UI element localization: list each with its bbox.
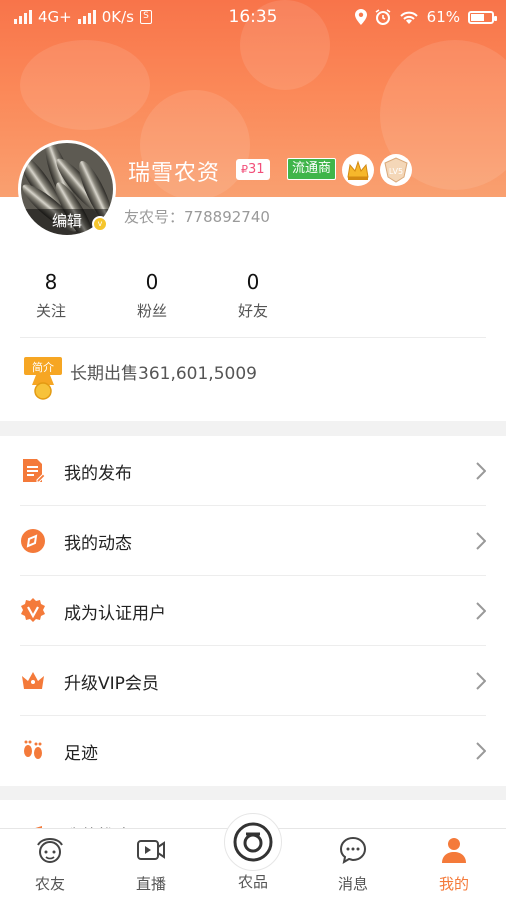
vip-level-badge: LV5: [380, 154, 412, 186]
stat-friends[interactable]: 0 好友: [208, 270, 298, 321]
menu-item-label: 成为认证用户: [64, 604, 166, 624]
status-bar: 4G+ 0K/s S 16:35 61%: [0, 0, 506, 34]
footprints-icon: [24, 740, 42, 759]
tab-me[interactable]: 我的: [414, 835, 494, 894]
battery-icon: [468, 10, 497, 24]
center-camera-button[interactable]: [224, 813, 282, 871]
divider: [20, 337, 486, 338]
tab-label: 我的: [438, 875, 469, 893]
tab-label: 消息: [337, 875, 368, 893]
stat-following-value: 8: [44, 270, 58, 294]
stat-fans[interactable]: 0 粉丝: [107, 270, 197, 321]
location-icon: [354, 9, 367, 25]
crown-icon: [22, 672, 44, 689]
menu-list: 我的发布 我的动态 成为认证用户 升级VIP会员 足迹: [0, 436, 506, 786]
role-badge: 流通商: [287, 158, 337, 180]
user-id-value: 778892740: [184, 208, 270, 226]
intro-badge-text: 简介: [32, 360, 54, 374]
level-badge-value: 31: [248, 162, 265, 177]
document-edit-icon: [23, 459, 46, 483]
chat-icon: [339, 836, 367, 865]
level-badge: ₽31: [236, 159, 270, 180]
person-icon: [442, 838, 466, 863]
stat-following-label: 关注: [35, 302, 66, 320]
profile-stats: 8 关注 0 粉丝 0 好友: [0, 270, 506, 330]
tab-label: 直播: [135, 875, 166, 893]
battery-percent: 61%: [426, 8, 460, 26]
menu-item-become-verified[interactable]: 成为认证用户: [0, 576, 506, 646]
tab-farmers[interactable]: 农友: [10, 835, 90, 894]
menu-item-label: 足迹: [64, 744, 98, 764]
chevron-right-icon: [476, 462, 486, 480]
menu-item-label: 升级VIP会员: [64, 674, 159, 694]
menu-item-label: 我的动态: [64, 534, 132, 554]
stat-friends-value: 0: [246, 270, 260, 294]
vip-level-text: LV5: [389, 167, 403, 176]
user-id: 友农号：778892740: [124, 206, 270, 227]
tab-messages[interactable]: 消息: [313, 835, 393, 894]
user-id-label: 友农号：: [124, 208, 185, 226]
crown-badge-icon: [342, 154, 374, 186]
verified-v-icon: v: [92, 216, 108, 232]
chevron-right-icon: [476, 742, 486, 760]
alarm-icon: [375, 9, 391, 25]
menu-item-upgrade-vip[interactable]: 升级VIP会员: [0, 646, 506, 716]
intro-medal-icon: 简介: [24, 357, 62, 407]
profile-name: 瑞雪农资: [128, 161, 221, 186]
stat-fans-label: 粉丝: [136, 302, 167, 320]
video-icon: [137, 840, 165, 860]
wifi-icon: [399, 11, 418, 24]
stat-friends-label: 好友: [237, 302, 268, 320]
compass-icon: [21, 529, 45, 553]
menu-item-my-activity[interactable]: 我的动态: [0, 506, 506, 576]
center-camera-icon: [233, 822, 273, 862]
stat-following[interactable]: 8 关注: [6, 270, 96, 321]
intro-text: 长期出售361,601,5009: [70, 364, 257, 384]
level-badge-symbol-icon: ₽: [241, 163, 248, 176]
tab-products-label[interactable]: 农品: [213, 871, 293, 892]
verified-badge-icon: [21, 598, 45, 622]
chevron-right-icon: [476, 602, 486, 620]
menu-item-footprints[interactable]: 足迹: [0, 716, 506, 786]
chevron-right-icon: [476, 532, 486, 550]
tab-label: 农友: [34, 875, 65, 893]
menu-item-my-posts[interactable]: 我的发布: [0, 436, 506, 506]
stat-fans-value: 0: [145, 270, 159, 294]
tab-live[interactable]: 直播: [111, 835, 191, 894]
farmer-icon: [37, 838, 63, 863]
menu-item-label: 我的发布: [64, 464, 132, 484]
chevron-right-icon: [476, 672, 486, 690]
